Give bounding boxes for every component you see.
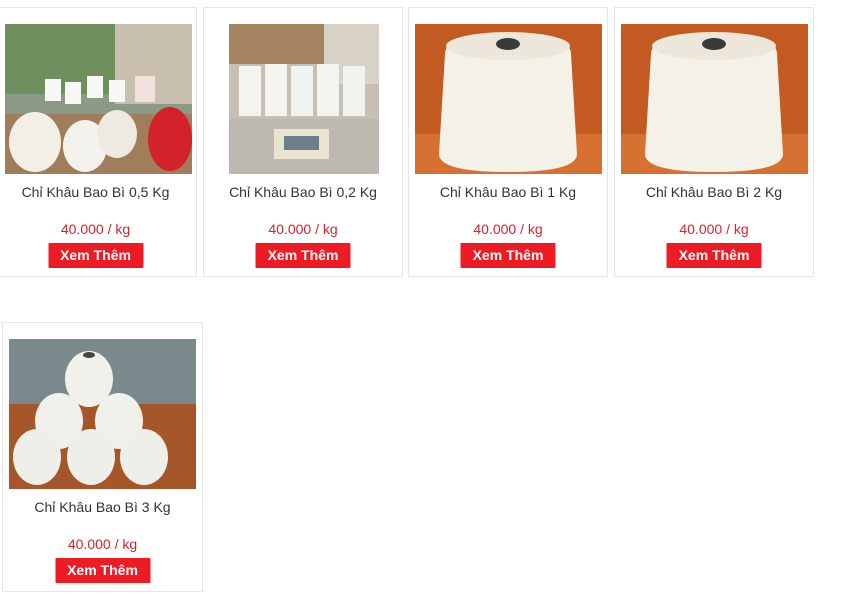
product-card[interactable]: Chỉ Khâu Bao Bì 0,2 Kg 40.000 / kg Xem T… <box>203 7 403 277</box>
product-title[interactable]: Chỉ Khâu Bao Bì 1 Kg <box>409 184 607 200</box>
view-more-button[interactable]: Xem Thêm <box>666 243 762 268</box>
view-more-button[interactable]: Xem Thêm <box>460 243 556 268</box>
product-price: 40.000 / kg <box>268 221 338 237</box>
product-image[interactable] <box>229 24 379 174</box>
product-image[interactable] <box>621 24 808 174</box>
product-price: 40.000 / kg <box>679 221 749 237</box>
product-image[interactable] <box>5 24 192 174</box>
product-card[interactable]: Chỉ Khâu Bao Bì 1 Kg 40.000 / kg Xem Thê… <box>408 7 608 277</box>
product-title[interactable]: Chỉ Khâu Bao Bì 0,5 Kg <box>0 184 196 200</box>
product-price: 40.000 / kg <box>473 221 543 237</box>
product-image[interactable] <box>9 339 196 489</box>
product-title[interactable]: Chỉ Khâu Bao Bì 0,2 Kg <box>204 184 402 200</box>
view-more-button[interactable]: Xem Thêm <box>48 243 143 268</box>
product-card[interactable]: Chỉ Khâu Bao Bì 3 Kg 40.000 / kg Xem Thê… <box>2 322 203 592</box>
product-image[interactable] <box>415 24 602 174</box>
product-price: 40.000 / kg <box>67 536 138 552</box>
view-more-button[interactable]: Xem Thêm <box>55 558 150 583</box>
product-card[interactable]: Chỉ Khâu Bao Bì 2 Kg 40.000 / kg Xem Thê… <box>614 7 814 277</box>
product-card[interactable]: Chỉ Khâu Bao Bì 0,5 Kg 40.000 / kg Xem T… <box>0 7 197 277</box>
product-price: 40.000 / kg <box>60 221 131 237</box>
view-more-button[interactable]: Xem Thêm <box>255 243 351 268</box>
product-title[interactable]: Chỉ Khâu Bao Bì 2 Kg <box>615 184 813 200</box>
product-title[interactable]: Chỉ Khâu Bao Bì 3 Kg <box>3 499 202 515</box>
